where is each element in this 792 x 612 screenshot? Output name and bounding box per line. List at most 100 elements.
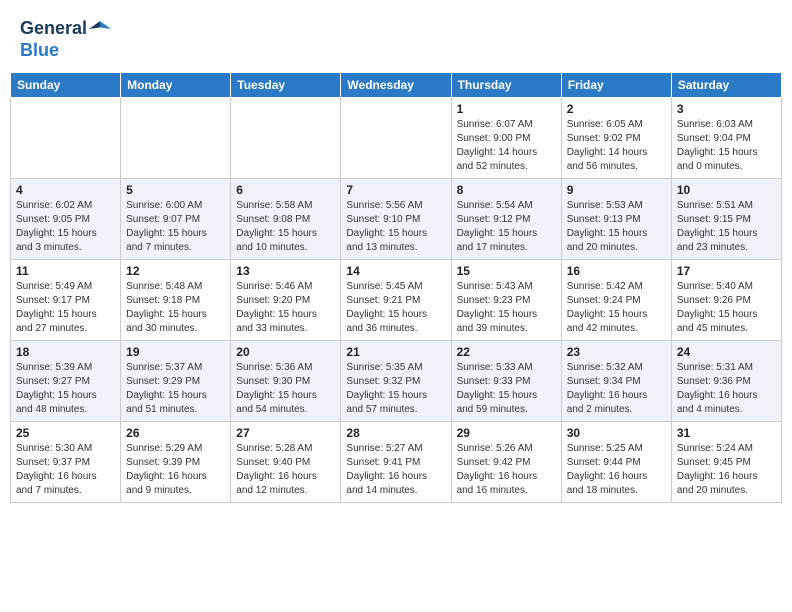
day-info: Sunrise: 5:35 AM Sunset: 9:32 PM Dayligh…: [346, 361, 445, 417]
day-number: 3: [677, 102, 776, 116]
calendar-cell: 13 Sunrise: 5:46 AM Sunset: 9:20 PM Dayli…: [231, 259, 341, 340]
day-info: Sunrise: 5:26 AM Sunset: 9:42 PM Dayligh…: [457, 442, 556, 498]
day-info: Sunrise: 5:30 AM Sunset: 9:37 PM Dayligh…: [16, 442, 115, 498]
calendar-cell: 25 Sunrise: 5:30 AM Sunset: 9:37 PM Dayli…: [11, 421, 121, 502]
calendar-cell: 27 Sunrise: 5:28 AM Sunset: 9:40 PM Dayli…: [231, 421, 341, 502]
day-number: 6: [236, 183, 335, 197]
calendar-cell: 6 Sunrise: 5:58 AM Sunset: 9:08 PM Daylig…: [231, 178, 341, 259]
day-number: 2: [567, 102, 666, 116]
day-number: 23: [567, 345, 666, 359]
calendar-cell: 4 Sunrise: 6:02 AM Sunset: 9:05 PM Daylig…: [11, 178, 121, 259]
day-number: 7: [346, 183, 445, 197]
calendar-cell: [121, 97, 231, 178]
calendar-cell: 5 Sunrise: 6:00 AM Sunset: 9:07 PM Daylig…: [121, 178, 231, 259]
day-info: Sunrise: 6:03 AM Sunset: 9:04 PM Dayligh…: [677, 118, 776, 174]
calendar-cell: 31 Sunrise: 5:24 AM Sunset: 9:45 PM Dayli…: [671, 421, 781, 502]
day-info: Sunrise: 5:28 AM Sunset: 9:40 PM Dayligh…: [236, 442, 335, 498]
day-info: Sunrise: 5:45 AM Sunset: 9:21 PM Dayligh…: [346, 280, 445, 336]
day-info: Sunrise: 5:48 AM Sunset: 9:18 PM Dayligh…: [126, 280, 225, 336]
calendar-week-1: 1 Sunrise: 6:07 AM Sunset: 9:00 PM Daylig…: [11, 97, 782, 178]
day-number: 4: [16, 183, 115, 197]
day-number: 19: [126, 345, 225, 359]
day-number: 10: [677, 183, 776, 197]
calendar-cell: 15Sunrise: 5:43 AM Sunset: 9:23 PM Dayli…: [451, 259, 561, 340]
day-info: Sunrise: 5:40 AM Sunset: 9:26 PM Dayligh…: [677, 280, 776, 336]
day-number: 27: [236, 426, 335, 440]
calendar-cell: 17 Sunrise: 5:40 AM Sunset: 9:26 PM Dayli…: [671, 259, 781, 340]
day-info: Sunrise: 5:54 AM Sunset: 9:12 PM Dayligh…: [457, 199, 556, 255]
calendar-cell: [341, 97, 451, 178]
calendar-cell: 28 Sunrise: 5:27 AM Sunset: 9:41 PM Dayli…: [341, 421, 451, 502]
day-number: 11: [16, 264, 115, 278]
day-info: Sunrise: 6:02 AM Sunset: 9:05 PM Dayligh…: [16, 199, 115, 255]
calendar-cell: 7Sunrise: 5:56 AM Sunset: 9:10 PM Daylig…: [341, 178, 451, 259]
logo-blue: Blue: [20, 40, 111, 62]
day-number: 31: [677, 426, 776, 440]
day-number: 13: [236, 264, 335, 278]
calendar-cell: 22 Sunrise: 5:33 AM Sunset: 9:33 PM Dayli…: [451, 340, 561, 421]
day-number: 29: [457, 426, 556, 440]
calendar-cell: 10 Sunrise: 5:51 AM Sunset: 9:15 PM Dayli…: [671, 178, 781, 259]
day-info: Sunrise: 5:36 AM Sunset: 9:30 PM Dayligh…: [236, 361, 335, 417]
col-header-tuesday: Tuesday: [231, 72, 341, 97]
day-info: Sunrise: 5:58 AM Sunset: 9:08 PM Dayligh…: [236, 199, 335, 255]
day-number: 18: [16, 345, 115, 359]
calendar-cell: 16 Sunrise: 5:42 AM Sunset: 9:24 PM Dayli…: [561, 259, 671, 340]
day-info: Sunrise: 5:46 AM Sunset: 9:20 PM Dayligh…: [236, 280, 335, 336]
day-info: Sunrise: 5:31 AM Sunset: 9:36 PM Dayligh…: [677, 361, 776, 417]
calendar-cell: 26 Sunrise: 5:29 AM Sunset: 9:39 PM Dayli…: [121, 421, 231, 502]
day-number: 30: [567, 426, 666, 440]
day-number: 9: [567, 183, 666, 197]
day-number: 28: [346, 426, 445, 440]
day-number: 1: [457, 102, 556, 116]
day-number: 25: [16, 426, 115, 440]
day-info: Sunrise: 5:25 AM Sunset: 9:44 PM Dayligh…: [567, 442, 666, 498]
day-number: 15: [457, 264, 556, 278]
day-info: Sunrise: 6:07 AM Sunset: 9:00 PM Dayligh…: [457, 118, 556, 174]
col-header-wednesday: Wednesday: [341, 72, 451, 97]
calendar-header-row: SundayMondayTuesdayWednesdayThursdayFrid…: [11, 72, 782, 97]
day-number: 8: [457, 183, 556, 197]
calendar-cell: 14Sunrise: 5:45 AM Sunset: 9:21 PM Dayli…: [341, 259, 451, 340]
day-info: Sunrise: 5:27 AM Sunset: 9:41 PM Dayligh…: [346, 442, 445, 498]
calendar-cell: 2Sunrise: 6:05 AM Sunset: 9:02 PM Daylig…: [561, 97, 671, 178]
calendar-week-5: 25 Sunrise: 5:30 AM Sunset: 9:37 PM Dayli…: [11, 421, 782, 502]
day-info: Sunrise: 5:33 AM Sunset: 9:33 PM Dayligh…: [457, 361, 556, 417]
day-info: Sunrise: 6:00 AM Sunset: 9:07 PM Dayligh…: [126, 199, 225, 255]
logo-bird-icon: [89, 18, 111, 40]
calendar-cell: 8 Sunrise: 5:54 AM Sunset: 9:12 PM Daylig…: [451, 178, 561, 259]
day-info: Sunrise: 5:32 AM Sunset: 9:34 PM Dayligh…: [567, 361, 666, 417]
calendar-cell: 12 Sunrise: 5:48 AM Sunset: 9:18 PM Dayli…: [121, 259, 231, 340]
calendar-week-2: 4 Sunrise: 6:02 AM Sunset: 9:05 PM Daylig…: [11, 178, 782, 259]
col-header-friday: Friday: [561, 72, 671, 97]
calendar-cell: 9 Sunrise: 5:53 AM Sunset: 9:13 PM Daylig…: [561, 178, 671, 259]
day-info: Sunrise: 5:42 AM Sunset: 9:24 PM Dayligh…: [567, 280, 666, 336]
day-number: 20: [236, 345, 335, 359]
calendar-cell: 30 Sunrise: 5:25 AM Sunset: 9:44 PM Dayli…: [561, 421, 671, 502]
logo: General Blue: [20, 18, 111, 62]
col-header-sunday: Sunday: [11, 72, 121, 97]
calendar-cell: 11 Sunrise: 5:49 AM Sunset: 9:17 PM Dayli…: [11, 259, 121, 340]
calendar-table: SundayMondayTuesdayWednesdayThursdayFrid…: [10, 72, 782, 503]
calendar-week-4: 18 Sunrise: 5:39 AM Sunset: 9:27 PM Dayli…: [11, 340, 782, 421]
day-info: Sunrise: 5:53 AM Sunset: 9:13 PM Dayligh…: [567, 199, 666, 255]
day-number: 26: [126, 426, 225, 440]
day-number: 17: [677, 264, 776, 278]
day-number: 24: [677, 345, 776, 359]
calendar-cell: 21 Sunrise: 5:35 AM Sunset: 9:32 PM Dayli…: [341, 340, 451, 421]
calendar-cell: [231, 97, 341, 178]
day-info: Sunrise: 5:39 AM Sunset: 9:27 PM Dayligh…: [16, 361, 115, 417]
day-number: 5: [126, 183, 225, 197]
day-info: Sunrise: 5:49 AM Sunset: 9:17 PM Dayligh…: [16, 280, 115, 336]
day-info: Sunrise: 5:51 AM Sunset: 9:15 PM Dayligh…: [677, 199, 776, 255]
col-header-monday: Monday: [121, 72, 231, 97]
calendar-cell: 23 Sunrise: 5:32 AM Sunset: 9:34 PM Dayli…: [561, 340, 671, 421]
day-info: Sunrise: 5:29 AM Sunset: 9:39 PM Dayligh…: [126, 442, 225, 498]
day-number: 16: [567, 264, 666, 278]
day-number: 22: [457, 345, 556, 359]
page-header: General Blue: [10, 10, 782, 66]
day-info: Sunrise: 5:24 AM Sunset: 9:45 PM Dayligh…: [677, 442, 776, 498]
col-header-saturday: Saturday: [671, 72, 781, 97]
day-number: 21: [346, 345, 445, 359]
day-number: 12: [126, 264, 225, 278]
